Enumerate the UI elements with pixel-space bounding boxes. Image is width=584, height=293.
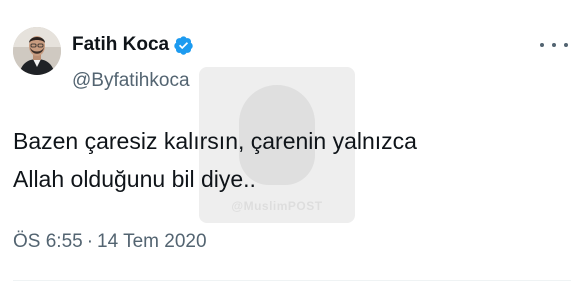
avatar-photo	[13, 27, 61, 75]
tweet-timestamp[interactable]: ÖS 6:55 · 14 Tem 2020	[13, 228, 207, 256]
verified-badge-icon	[173, 35, 194, 56]
more-dot	[552, 43, 556, 47]
tweet-time[interactable]: ÖS 6:55	[13, 231, 83, 252]
more-options-icon[interactable]	[540, 34, 568, 56]
author-handle[interactable]: @Byfatihkoca	[72, 68, 190, 94]
meta-separator: ·	[86, 231, 94, 252]
author-display-name[interactable]: Fatih Koca	[72, 32, 169, 58]
tweet-date[interactable]: 14 Tem 2020	[97, 231, 207, 252]
tweet-text-line: Allah olduğunu bil diye..	[13, 166, 256, 192]
tweet-text-line: Bazen çaresiz kalırsın, çarenin yalnızca	[13, 128, 417, 154]
more-dot	[564, 43, 568, 47]
watermark-text: @MuslimPOST	[231, 199, 323, 213]
author-name-row[interactable]: Fatih Koca	[72, 32, 194, 58]
divider	[13, 280, 571, 281]
avatar[interactable]	[13, 27, 61, 75]
tweet-text: Bazen çaresiz kalırsın, çarenin yalnızca…	[13, 122, 569, 198]
more-dot	[540, 43, 544, 47]
tweet-card: @MuslimPOST Fatih Koca @Byfatihkoca Baze…	[0, 0, 584, 293]
